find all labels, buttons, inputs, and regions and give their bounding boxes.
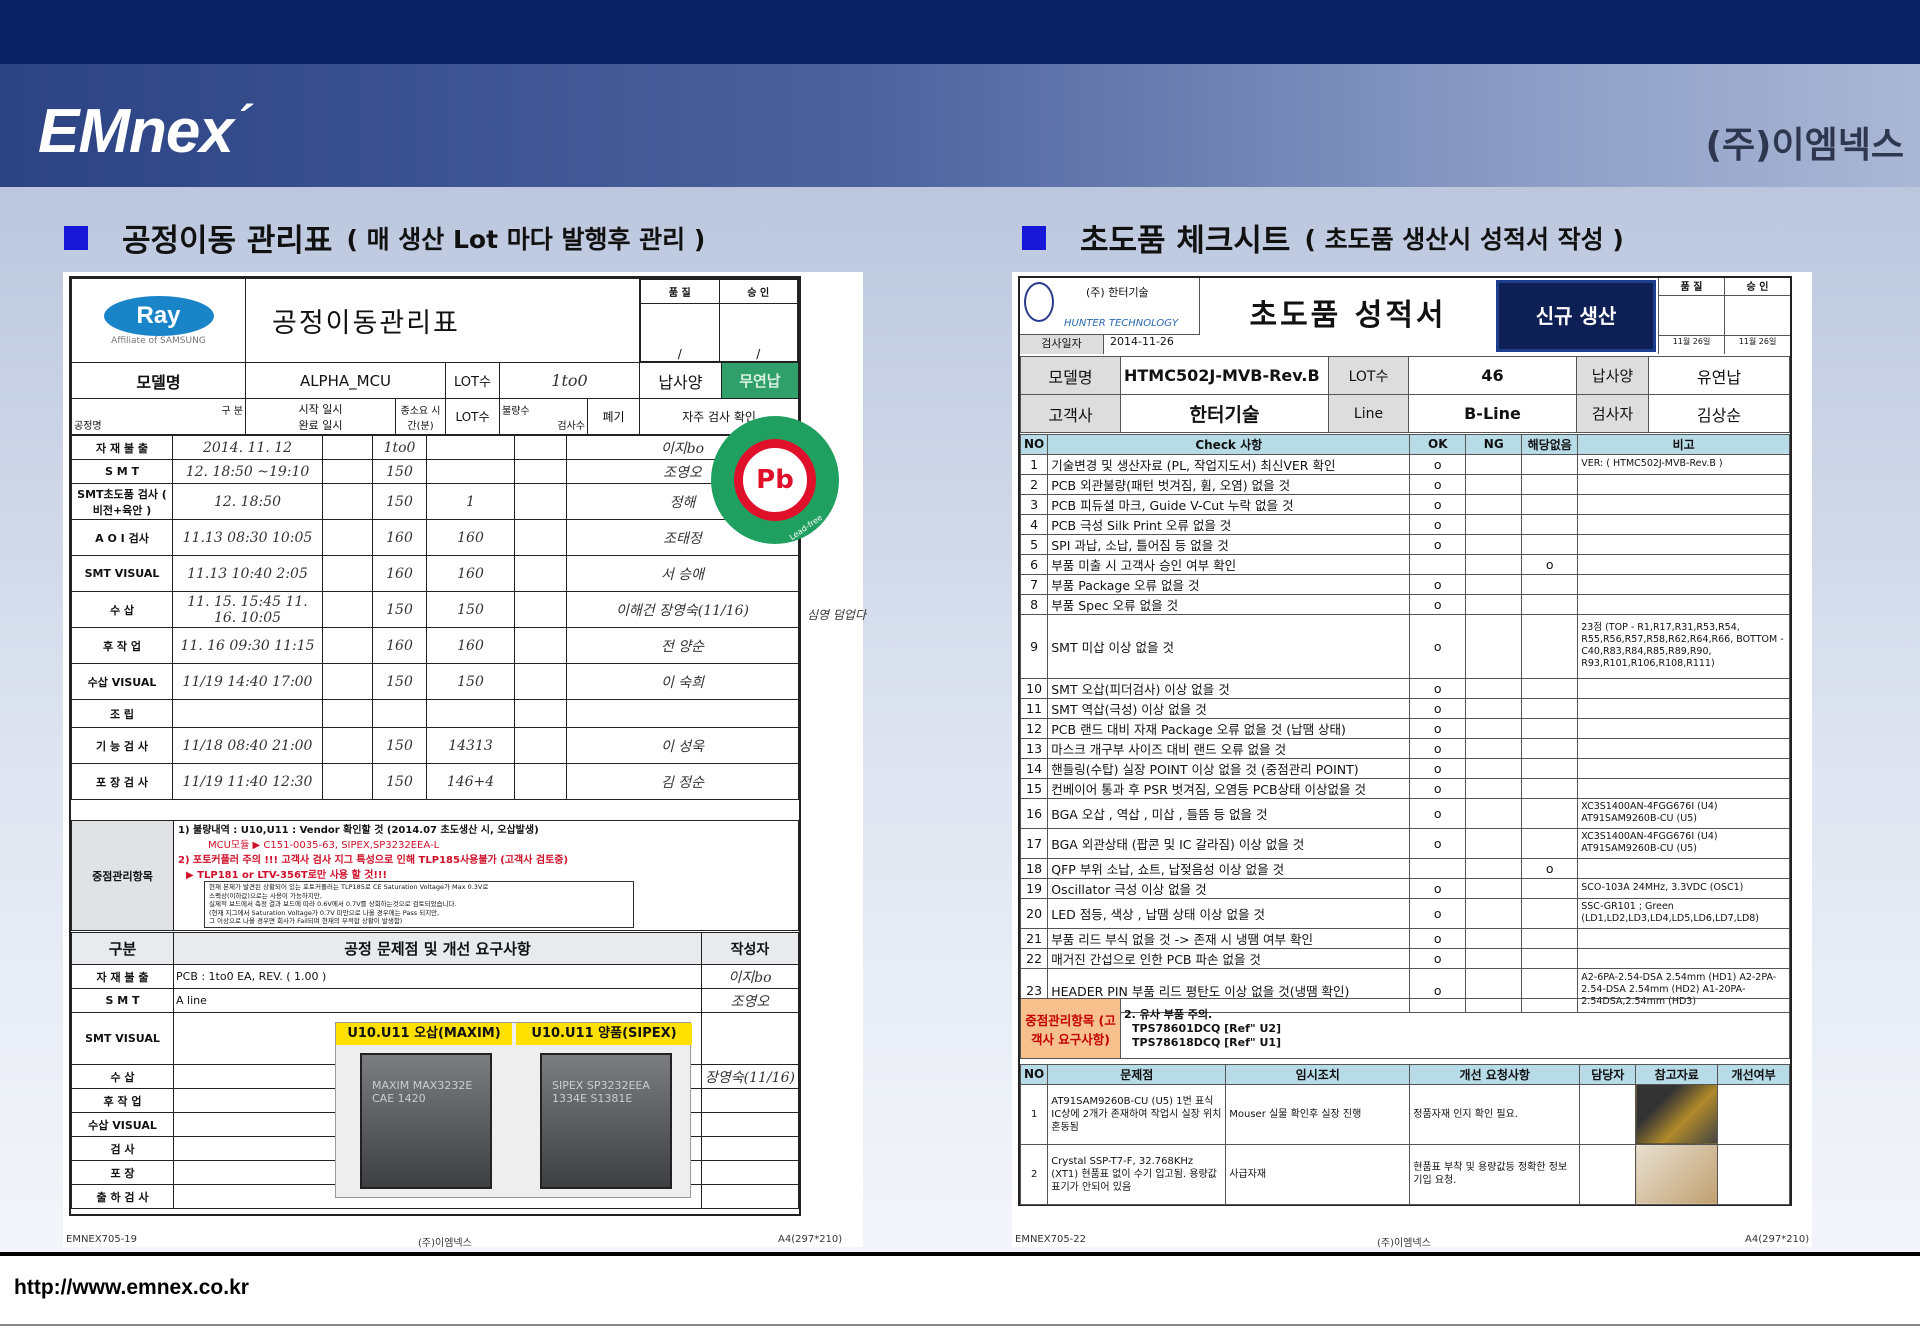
top-band [0, 0, 1920, 64]
bottom-divider [0, 1324, 1920, 1326]
reference-photo [1635, 1143, 1719, 1205]
report-title: 초도품 성적서 [1249, 298, 1447, 333]
chip-a-label: U10.U11 오삽(MAXIM) [336, 1023, 512, 1045]
check-row: 16 BGA 오삽 , 역삽 , 미삽 , 들뜸 등 없을 것 o XC3S1400A… [1019, 797, 1790, 829]
key-item-label: 중점관리항목 [71, 820, 174, 931]
check-row: 7 부품 Package 오류 없을 것o [1019, 573, 1790, 595]
check-row: 21 부품 리드 부식 없을 것 -> 존재 시 냉땜 여부 확인 o [1019, 927, 1790, 949]
check-row: 8 부품 Spec 오류 없을 것o [1019, 593, 1790, 615]
process-row: 기 능 검 사 11/18 08:40 21:00 150 14313 이 성욱 [71, 727, 799, 764]
doc-company: (주)이엠넥스 [418, 1238, 472, 1249]
side-note: 심영 덤업다 [807, 608, 867, 622]
process-row: S M T 12. 18:50 ~19:10 150 조영오 [71, 459, 799, 484]
check-row: 2 PCB 외관불량(패턴 벗겨짐, 휨, 오염) 없을 것o [1019, 473, 1790, 495]
approval-signature [1725, 296, 1790, 335]
process-row: SMT초도품 검사 ( 비전+육안 ) 12. 18:50 150 1 정해 [71, 483, 799, 520]
check-row: 15 컨베이어 통과 후 PSR 벗겨짐, 오염등 PCB상태 이상없을 것o [1019, 777, 1790, 799]
check-row: 20 LED 점등, 색상 , 납땜 상태 이상 없을 것 o SSC-GR101 ;… [1019, 897, 1790, 929]
process-row: 포 장 검 사 11/19 11:40 12:30 150 146+4 김 정순 [71, 763, 799, 800]
chip-comparison-photo: U10.U11 오삽(MAXIM) U10.U11 양품(SIPEX) MAXI… [335, 1022, 692, 1198]
right-section-title: 초도품 체크시트( 초도품 생산시 성적서 작성 ) [1022, 215, 1624, 260]
doc-code: EMNEX705-22 [1015, 1234, 1087, 1245]
doc-company: (주)이엠넥스 [1377, 1238, 1431, 1249]
bottom-row: 자 재 불 출 PCB : 1to0 EA, REV. ( 1.00 ) 이지bo [71, 964, 799, 989]
doc-size: A4(297*210) [778, 1234, 843, 1245]
reference-photo [1635, 1083, 1719, 1145]
header: EMnex´ (주)이엠넥스 [0, 64, 1920, 187]
check-row: 19 Oscillator 극성 이상 없을 것 o SCO-103A 24MHz, … [1019, 877, 1790, 899]
key-items: 1) 불량내역 : U10,U11 : Vendor 확인할 것 (2014.0… [173, 820, 799, 931]
hunter-logo: (주) 한터기술 HUNTER TECHNOLOGY [1020, 278, 1200, 334]
check-row: 10 SMT 오삽(피더검사) 이상 없을 것o [1019, 677, 1790, 699]
quality-signature [1659, 296, 1725, 335]
first-article-report: (주) 한터기술 HUNTER TECHNOLOGY 검사일자 2014-11-… [1018, 276, 1792, 1206]
approval-box: 품 질승 인 11월 26일 11월 26일 [1658, 278, 1790, 354]
hunter-emblem-icon [1024, 282, 1054, 322]
right-document: (주) 한터기술 HUNTER TECHNOLOGY 검사일자 2014-11-… [1012, 272, 1812, 1249]
form-title: 공정이동관리표 [245, 278, 640, 363]
chip-b-image: SIPEX SP3232EEA 1334E S1381E [540, 1053, 672, 1189]
left-section-title: 공정이동 관리표( 매 생산 Lot 마다 발행후 관리 ) [64, 215, 705, 260]
ray-logo: Ray Affiliate of SAMSUNG [71, 278, 246, 363]
process-row: 자 재 불 출 2014. 11. 12 1to0 이지bo [71, 435, 799, 460]
lead-free-stamp: Pb Lead-free [711, 416, 839, 544]
footer-divider [0, 1252, 1920, 1256]
check-row: 18 QFP 부위 소납, 쇼트, 납젖음성 이상 없을 것o [1019, 857, 1790, 879]
issue-row: 1 AT91SAM9260B-CU (U5) 1번 표식 IC상에 2개가 존재하… [1019, 1083, 1790, 1145]
key-note-box: 현재 본제가 발견된 상황되어 있는 포토커플러는 TLP185로 CE Sat… [204, 881, 634, 928]
square-bullet-icon [1022, 225, 1046, 250]
process-row: 후 작 업 11. 16 09:30 11:15 160 160 전 양순 [71, 627, 799, 664]
check-row: 1 기술변경 및 생산자료 (PL, 작업지도서) 최신VER 확인 o VER: (… [1019, 453, 1790, 475]
website-link[interactable]: http://www.emnex.co.kr [14, 1276, 249, 1300]
chip-a-image: MAXIM MAX3232E CAE 1420 [360, 1053, 492, 1189]
check-row: 9 SMT 미삽 이상 없을 것 o 23점 (TOP - R1,R17,R31,R5… [1019, 613, 1790, 679]
check-row: 3 PCB 피듀셜 마크, Guide V-Cut 누락 없을 것o [1019, 493, 1790, 515]
check-row: 17 BGA 외관상태 (팝콘 및 IC 갈라짐) 이상 없을 것 o XC3S140… [1019, 827, 1790, 859]
doc-code: EMNEX705-19 [66, 1234, 138, 1245]
issue-row: 2 Crystal SSP-T7-F, 32.768KHz (XT1) 현품표 없… [1019, 1143, 1790, 1205]
chip-b-label: U10.U11 양품(SIPEX) [516, 1023, 692, 1045]
process-row: A O I 검사 11.13 08:30 10:05 160 160 조태정 [71, 519, 799, 556]
emnex-logo: EMnex´ [38, 97, 251, 166]
check-row: 12 PCB 랜드 대비 자재 Package 오류 없을 것 (납땜 상태) o [1019, 717, 1790, 739]
process-row: SMT VISUAL 11.13 10:40 2:05 160 160 서 승애 [71, 555, 799, 592]
process-row: 수삽 VISUAL 11/19 14:40 17:00 150 150 이 숙희 [71, 663, 799, 700]
process-transfer-form: Ray Affiliate of SAMSUNG 공정이동관리표 품 질승 인 … [69, 276, 866, 1216]
check-row: 13 마스크 개구부 사이즈 대비 랜드 오류 없을 것o [1019, 737, 1790, 759]
left-document: Ray Affiliate of SAMSUNG 공정이동관리표 품 질승 인 … [63, 272, 866, 1249]
check-row: 11 SMT 역삽(극성) 이상 없을 것o [1019, 697, 1790, 719]
process-row: 조 립 [71, 699, 799, 728]
check-row: 5 SPI 과납, 소납, 틀어짐 등 없을 것o [1019, 533, 1790, 555]
check-row: 14 핸들링(수탑) 실장 POINT 이상 없을 것 (중점관리 POINT) o [1019, 757, 1790, 779]
check-row: 6 부품 미출 시 고객사 승인 여부 확인 o [1019, 553, 1790, 575]
key-item-label: 중점관리항목 (고객사 요구사항) [1020, 998, 1121, 1059]
new-production-badge: 신규 생산 [1496, 280, 1656, 352]
process-row: 수 삽 11. 15. 15:45 11. 16. 10:05 150 150 이해건 … [71, 591, 799, 628]
square-bullet-icon [64, 225, 88, 250]
doc-size: A4(297*210) [1745, 1234, 1810, 1245]
check-row: 22 매거진 간섭으로 인한 PCB 파손 없을 것o [1019, 947, 1790, 969]
bottom-row: S M TA line 조영오 [71, 988, 799, 1013]
check-row: 4 PCB 극성 Silk Print 오류 없을 것o [1019, 513, 1790, 535]
company-name: (주)이엠넥스 [1705, 125, 1904, 166]
